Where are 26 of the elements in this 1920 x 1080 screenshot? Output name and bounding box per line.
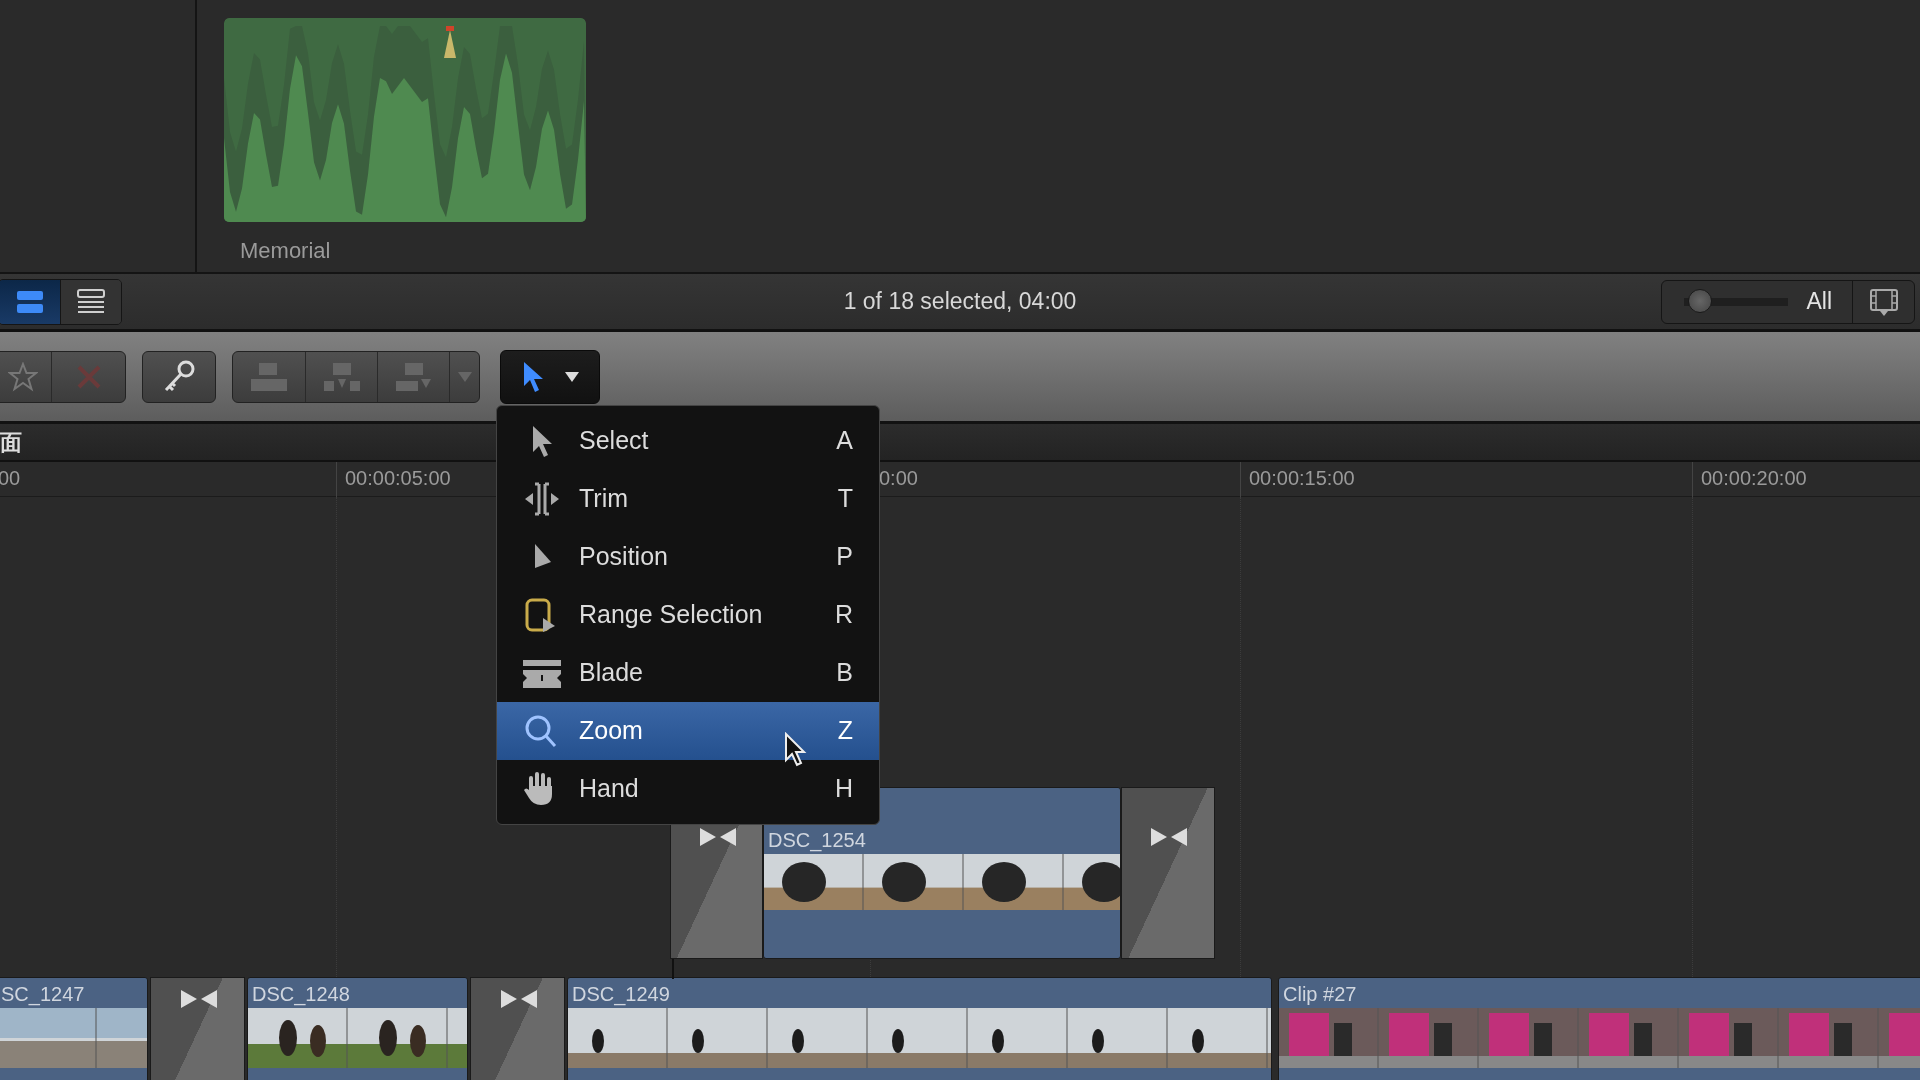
timeline-title: 面	[0, 430, 22, 455]
clip-name: DSC_1248	[251, 982, 350, 1008]
timecode-label: 00:00:05:00	[336, 462, 451, 497]
video-clip[interactable]: SC_1247	[0, 977, 148, 1080]
shortcut-key: B	[836, 654, 853, 692]
timecode-label: 00:00:15:00	[1240, 462, 1355, 497]
menu-item[interactable]: Position P	[497, 528, 879, 586]
shortcut-key: A	[836, 422, 853, 460]
menu-item[interactable]: Range Selection R	[497, 586, 879, 644]
timecode-label: 00:00:20:00	[1692, 462, 1807, 497]
shortcut-key: P	[836, 538, 853, 576]
clip-name: SC_1247	[0, 982, 85, 1008]
menu-item[interactable]: Blade B	[497, 644, 879, 702]
duration-label: All	[1806, 287, 1833, 317]
clip-name: Memorial	[240, 237, 332, 265]
clip-name: DSC_1254	[767, 828, 866, 854]
video-clip[interactable]: DSC_1249	[567, 977, 1272, 1080]
clip-name: Clip #27	[1282, 982, 1357, 1007]
video-clip[interactable]: Clip #27	[1278, 977, 1920, 1080]
menu-item[interactable]: Zoom Z	[497, 702, 879, 760]
clip-name: DSC_1249	[571, 982, 670, 1008]
selection-info: 1 of 18 selected, 04:00	[843, 288, 1077, 315]
shortcut-key: T	[837, 480, 853, 518]
shortcut-key: R	[834, 596, 853, 634]
video-clip[interactable]: DSC_1248	[247, 977, 468, 1080]
shortcut-key: Z	[837, 712, 853, 750]
